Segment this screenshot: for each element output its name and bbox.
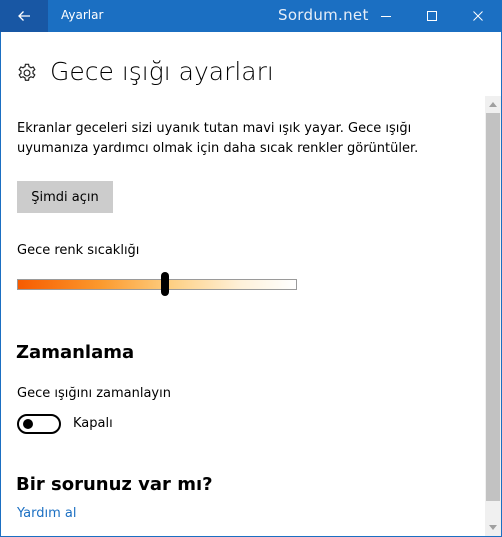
scroll-up-button[interactable] <box>485 96 501 112</box>
maximize-icon <box>427 11 437 21</box>
scroll-down-button[interactable] <box>485 520 501 536</box>
back-button[interactable] <box>0 0 48 32</box>
title-bar: Ayarlar Sordum.net <box>0 0 502 32</box>
toggle-knob <box>23 419 33 429</box>
maximize-button[interactable] <box>409 0 455 32</box>
color-temperature-label: Gece renk sıcaklığı <box>17 243 140 258</box>
minimize-icon <box>381 16 391 17</box>
slider-thumb[interactable] <box>161 272 170 296</box>
description-text: Ekranlar geceleri sizi uyanık tutan mavi… <box>17 121 419 156</box>
watermark: Sordum.net <box>278 6 369 24</box>
help-heading: Bir sorunuz var mı? <box>16 474 213 495</box>
vertical-scrollbar[interactable] <box>485 96 501 536</box>
page-title: Gece ışığı ayarları <box>50 57 274 86</box>
schedule-heading: Zamanlama <box>16 342 135 363</box>
app-title: Ayarlar <box>61 8 104 22</box>
chevron-down-icon <box>489 525 497 530</box>
schedule-toggle[interactable] <box>17 414 61 434</box>
color-temperature-slider[interactable] <box>17 279 297 290</box>
schedule-toggle-label: Gece ışığını zamanlayın <box>17 386 171 401</box>
chevron-up-icon <box>489 102 497 107</box>
back-arrow-icon <box>18 11 30 21</box>
gear-icon <box>18 63 36 81</box>
toggle-state-text: Kapalı <box>73 416 113 431</box>
close-icon <box>473 11 483 21</box>
minimize-button[interactable] <box>363 0 409 32</box>
turn-on-now-button[interactable]: Şimdi açın <box>17 181 113 213</box>
get-help-link[interactable]: Yardım al <box>17 506 76 521</box>
scroll-thumb[interactable] <box>486 113 500 501</box>
close-button[interactable] <box>455 0 501 32</box>
